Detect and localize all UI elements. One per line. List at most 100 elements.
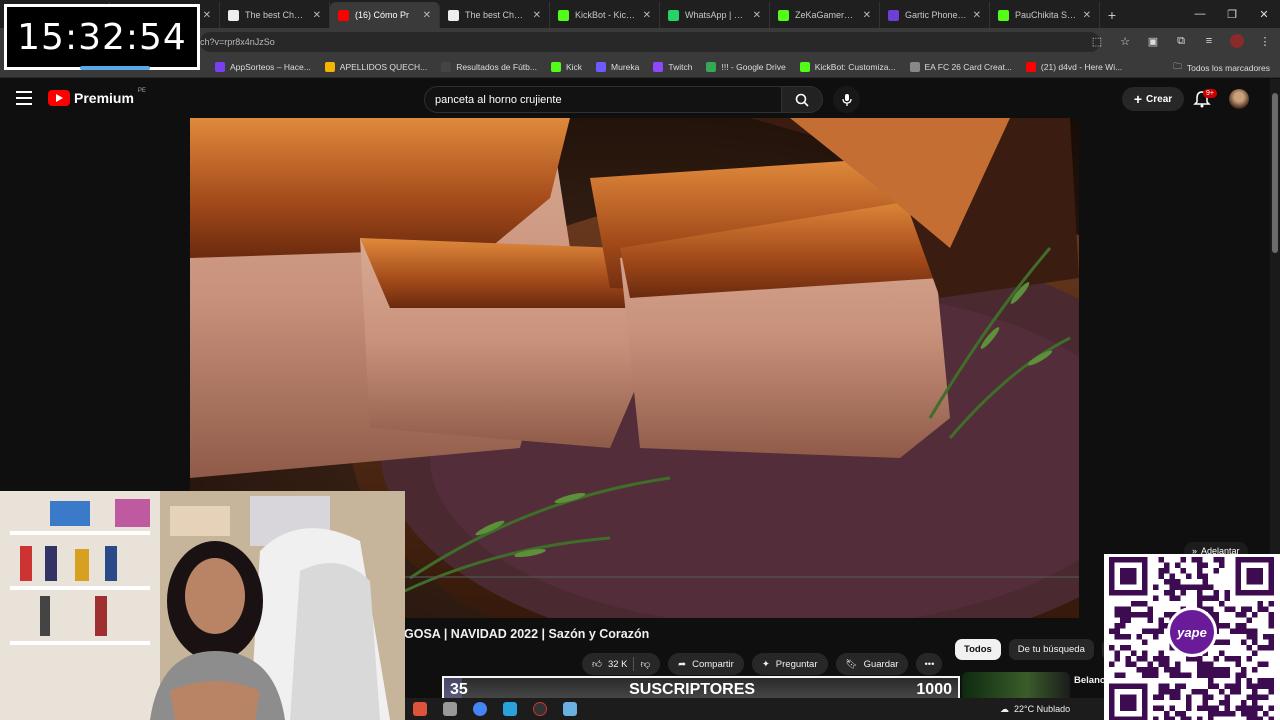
bookmark-item[interactable]: Mureka — [589, 61, 646, 72]
qr-module — [1153, 584, 1159, 590]
youtube-logo[interactable]: Premium PE — [48, 88, 146, 106]
qr-module — [1268, 639, 1274, 645]
scrollbar-thumb[interactable] — [1272, 93, 1278, 253]
new-tab-button[interactable]: + — [1100, 2, 1124, 28]
qr-module — [1246, 645, 1252, 651]
qr-module — [1224, 705, 1230, 711]
file-explorer-icon[interactable] — [443, 702, 457, 716]
qr-module — [1197, 562, 1203, 568]
obs-icon[interactable] — [533, 702, 547, 716]
browser-tab[interactable]: Gartic Phone - Tel ✕ — [880, 2, 990, 28]
create-button[interactable]: + Crear — [1122, 87, 1184, 111]
browser-tab[interactable]: (16) Cómo Pr ✕ — [330, 2, 440, 28]
filter-chip[interactable]: Todos — [955, 639, 1001, 660]
save-button[interactable]: 🔖︎ Guardar — [835, 653, 909, 675]
search-button[interactable] — [781, 86, 823, 113]
puzzle-icon[interactable]: ⧉ — [1174, 34, 1188, 48]
app-icon[interactable] — [413, 702, 427, 716]
account-avatar[interactable] — [1229, 89, 1249, 109]
browser-tab[interactable]: The best ChatBot ✕ — [220, 2, 330, 28]
browser-tab[interactable]: The best ChatBot ✕ — [440, 2, 550, 28]
tab-close-icon[interactable]: ✕ — [423, 10, 431, 21]
profile-icon[interactable] — [1230, 34, 1244, 48]
menu-kebab-icon[interactable]: ⋮ — [1258, 34, 1272, 48]
qr-module — [1246, 683, 1252, 689]
qr-module — [1197, 667, 1203, 673]
qr-module — [1213, 711, 1219, 717]
qr-module — [1164, 683, 1170, 689]
qr-module — [1252, 716, 1258, 720]
minimize-icon[interactable]: — — [1184, 0, 1216, 28]
close-window-icon[interactable]: ✕ — [1248, 0, 1280, 28]
ask-button[interactable]: ✦ Preguntar — [751, 653, 828, 675]
bookmark-item[interactable]: APELLIDOS QUECH... — [318, 61, 434, 72]
app-icon-2[interactable] — [563, 702, 577, 716]
qr-module — [1252, 683, 1258, 689]
qr-module — [1230, 628, 1236, 634]
qr-module — [1268, 617, 1274, 623]
all-bookmarks[interactable]: 🗀 Todos los marcadores — [1173, 61, 1270, 75]
tab-favicon-icon — [338, 9, 349, 21]
browser-tab[interactable]: PauChikita Stream ✕ — [990, 2, 1100, 28]
bookmark-item[interactable]: EA FC 26 Card Creat... — [903, 61, 1019, 72]
qr-module — [1158, 683, 1164, 689]
qr-module — [1114, 628, 1120, 634]
extension-icon[interactable]: ▣ — [1146, 34, 1160, 48]
weather-widget[interactable]: ☁ 22°C Nublado — [1000, 698, 1070, 720]
filter-chip[interactable]: De tu búsqueda — [1008, 639, 1094, 660]
window-controls: — ❐ ✕ — [1184, 0, 1280, 28]
qr-module — [1180, 557, 1186, 563]
qr-module — [1252, 639, 1258, 645]
youtube-header: Premium PE panceta al horno crujiente + … — [0, 79, 1270, 119]
media-control-icon[interactable]: ≡ — [1202, 34, 1216, 48]
qr-module — [1219, 672, 1225, 678]
tab-close-icon[interactable]: ✕ — [313, 10, 321, 21]
url-field[interactable]: ch?v=rpr8x4nJzSo — [200, 32, 1100, 52]
share-button[interactable]: ➦ Compartir — [668, 653, 744, 675]
qr-module — [1114, 650, 1120, 656]
bookmark-item[interactable]: KickBot: Customiza... — [793, 61, 903, 72]
search-input[interactable]: panceta al horno crujiente — [424, 86, 782, 113]
tab-close-icon[interactable]: ✕ — [643, 10, 651, 21]
install-app-icon[interactable]: ⬚ — [1090, 34, 1104, 48]
tab-close-icon[interactable]: ✕ — [203, 10, 211, 21]
tab-close-icon[interactable]: ✕ — [863, 10, 871, 21]
bookmark-item[interactable]: !!! - Google Drive — [699, 61, 792, 72]
tab-close-icon[interactable]: ✕ — [1083, 10, 1091, 21]
chrome-icon[interactable] — [473, 702, 487, 716]
tab-close-icon[interactable]: ✕ — [753, 10, 761, 21]
browser-tab[interactable]: KickBot - Kick Cha ✕ — [550, 2, 660, 28]
qr-module — [1114, 656, 1120, 662]
bookmark-favicon-icon — [441, 61, 452, 72]
qr-module — [1164, 689, 1170, 695]
qr-module — [1125, 656, 1131, 662]
restore-icon[interactable]: ❐ — [1216, 0, 1248, 28]
qr-module — [1202, 667, 1208, 673]
bookmark-label: Kick — [565, 61, 583, 72]
qr-module — [1158, 573, 1164, 579]
qr-module — [1136, 612, 1142, 618]
bookmark-item[interactable]: Kick — [544, 61, 589, 72]
bookmark-item[interactable]: (21) d4vd - Here Wi... — [1019, 61, 1129, 72]
qr-module — [1213, 557, 1219, 563]
voice-search-button[interactable] — [833, 86, 860, 113]
menu-icon[interactable] — [16, 91, 32, 105]
like-button[interactable]: 👍︎ 32 K 👎︎ — [582, 653, 661, 675]
qr-module — [1186, 584, 1192, 590]
more-actions-button[interactable]: ••• — [916, 653, 943, 675]
qr-module — [1230, 689, 1236, 695]
browser-tab[interactable]: ZeKaGamers_Ofic ✕ — [770, 2, 880, 28]
bookmark-item[interactable]: Twitch — [646, 61, 699, 72]
browser-tab[interactable]: WhatsApp | Mens ✕ — [660, 2, 770, 28]
telegram-icon[interactable] — [503, 702, 517, 716]
tab-close-icon[interactable]: ✕ — [533, 10, 541, 21]
thumbs-down-icon[interactable]: 👎︎ — [640, 658, 650, 670]
bookmark-item[interactable]: Resultados de Fútb... — [434, 61, 544, 72]
qr-module — [1164, 661, 1170, 667]
bookmark-star-icon[interactable]: ☆ — [1118, 34, 1132, 48]
bookmark-item[interactable]: AppSorteos – Hace... — [208, 61, 318, 72]
tab-close-icon[interactable]: ✕ — [973, 10, 981, 21]
qr-module — [1164, 656, 1170, 662]
qr-module — [1208, 584, 1214, 590]
qr-module — [1142, 628, 1148, 634]
